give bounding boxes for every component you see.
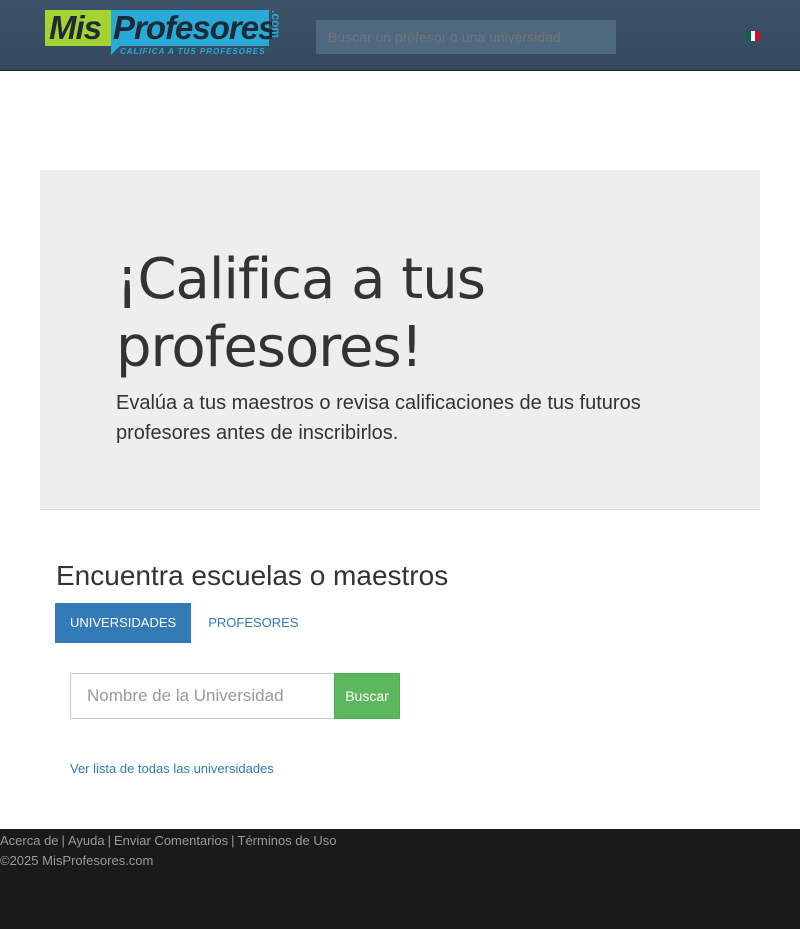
university-search-input[interactable] <box>70 673 335 719</box>
buscar-button[interactable]: Buscar <box>334 673 400 719</box>
logo-mis: Mis <box>45 10 111 46</box>
tab-universidades[interactable]: UNIVERSIDADES <box>55 603 192 643</box>
hero-title: ¡Califica a tus profesores! <box>116 247 486 380</box>
footer-separator: | <box>61 833 65 848</box>
logo-tagline: CALIFICA A TUS PROFESORES <box>120 47 266 56</box>
footer-link-comentarios[interactable]: Enviar Comentarios <box>114 833 228 848</box>
search-tabs: UNIVERSIDADES PROFESORES <box>55 603 314 643</box>
header-search-input[interactable] <box>316 20 616 54</box>
site-logo[interactable]: Mis Profesores .com CALIFICA A TUS PROFE… <box>45 8 285 60</box>
footer-link-acerca[interactable]: Acerca de <box>0 833 59 848</box>
logo-speech-tail <box>111 46 120 55</box>
hero-jumbotron: ¡Califica a tus profesores! Evalúa a tus… <box>40 170 760 510</box>
logo-profesores: Profesores <box>111 9 276 46</box>
site-footer: Acerca de | Ayuda | Enviar Comentarios | Térmi… <box>0 829 800 929</box>
mexico-flag-icon[interactable] <box>746 31 761 41</box>
footer-links: Acerca de | Ayuda | Enviar Comentarios | Térmi… <box>0 832 337 850</box>
footer-copyright: ©2025 MisProfesores.com <box>0 853 154 868</box>
footer-link-terminos[interactable]: Términos de Uso <box>238 833 337 848</box>
footer-separator: | <box>107 833 111 848</box>
site-header: Mis Profesores .com CALIFICA A TUS PROFE… <box>0 0 800 71</box>
footer-link-ayuda[interactable]: Ayuda <box>68 833 105 848</box>
all-universities-link[interactable]: Ver lista de todas las universidades <box>70 761 274 776</box>
logo-com: .com <box>269 10 283 39</box>
footer-separator: | <box>231 833 235 848</box>
search-section-title: Encuentra escuelas o maestros <box>56 560 449 591</box>
hero-subtitle: Evalúa a tus maestros o revisa calificac… <box>116 392 641 444</box>
tab-profesores[interactable]: PROFESORES <box>193 603 313 643</box>
